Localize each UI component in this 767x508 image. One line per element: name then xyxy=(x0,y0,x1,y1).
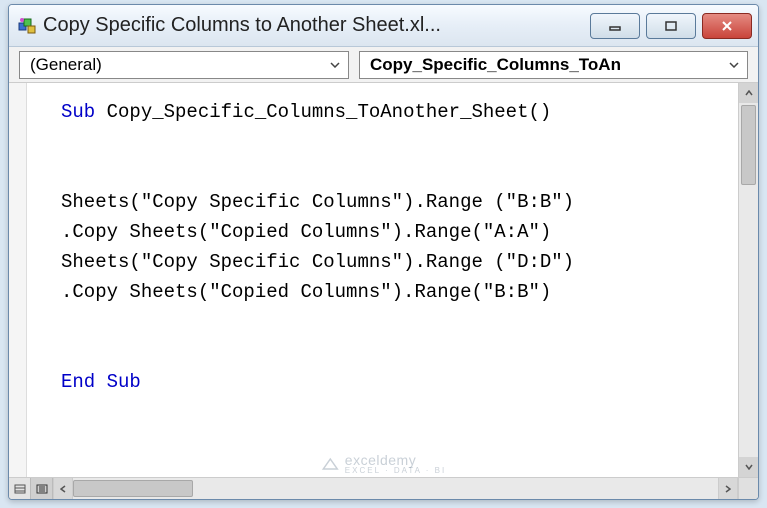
code-line: Sheets("Copy Specific Columns").Range ("… xyxy=(61,251,574,273)
chevron-down-icon xyxy=(328,58,342,72)
keyword-end-sub: End Sub xyxy=(61,371,141,393)
chevron-right-icon xyxy=(725,485,731,493)
code-line: Sheets("Copy Specific Columns").Range ("… xyxy=(61,191,574,213)
horizontal-scroll-track[interactable] xyxy=(73,478,718,499)
window-title: Copy Specific Columns to Another Sheet.x… xyxy=(43,14,590,37)
titlebar[interactable]: Copy Specific Columns to Another Sheet.x… xyxy=(9,5,758,47)
code-line: .Copy Sheets("Copied Columns").Range("A:… xyxy=(61,221,551,243)
chevron-down-icon xyxy=(727,58,741,72)
object-dropdown[interactable]: (General) xyxy=(19,51,349,79)
window-controls xyxy=(590,13,752,39)
scroll-down-button[interactable] xyxy=(739,457,758,477)
keyword-sub: Sub xyxy=(61,101,95,123)
close-icon xyxy=(720,20,734,32)
app-icon xyxy=(17,16,37,36)
procedure-dropdown[interactable]: Copy_Specific_Columns_ToAn xyxy=(359,51,748,79)
size-grip[interactable] xyxy=(738,478,758,499)
bottom-bar xyxy=(9,477,758,499)
close-button[interactable] xyxy=(702,13,752,39)
scroll-right-button[interactable] xyxy=(718,478,738,499)
procedure-view-icon xyxy=(14,484,26,494)
full-module-view-button[interactable] xyxy=(31,478,53,499)
maximize-button[interactable] xyxy=(646,13,696,39)
sub-name: Copy_Specific_Columns_ToAnother_Sheet() xyxy=(95,101,551,123)
chevron-up-icon xyxy=(745,90,753,96)
vertical-scrollbar[interactable] xyxy=(738,83,758,477)
chevron-left-icon xyxy=(60,485,66,493)
full-module-view-icon xyxy=(36,484,48,494)
code-editor[interactable]: Sub Copy_Specific_Columns_ToAnother_Shee… xyxy=(27,83,738,477)
horizontal-scrollbar[interactable] xyxy=(53,478,738,499)
code-area: Sub Copy_Specific_Columns_ToAnother_Shee… xyxy=(9,83,758,477)
horizontal-scroll-thumb[interactable] xyxy=(73,480,193,497)
maximize-icon xyxy=(664,20,678,32)
margin-gutter xyxy=(9,83,27,477)
code-line: .Copy Sheets("Copied Columns").Range("B:… xyxy=(61,281,551,303)
scroll-left-button[interactable] xyxy=(53,478,73,499)
scroll-up-button[interactable] xyxy=(739,83,758,103)
chevron-down-icon xyxy=(745,464,753,470)
dropdown-bar: (General) Copy_Specific_Columns_ToAn xyxy=(9,47,758,83)
object-dropdown-value: (General) xyxy=(30,55,328,75)
procedure-view-button[interactable] xyxy=(9,478,31,499)
minimize-icon xyxy=(608,20,622,32)
vba-code-window: Copy Specific Columns to Another Sheet.x… xyxy=(8,4,759,500)
vertical-scroll-thumb[interactable] xyxy=(741,105,756,185)
procedure-dropdown-value: Copy_Specific_Columns_ToAn xyxy=(370,55,727,75)
minimize-button[interactable] xyxy=(590,13,640,39)
